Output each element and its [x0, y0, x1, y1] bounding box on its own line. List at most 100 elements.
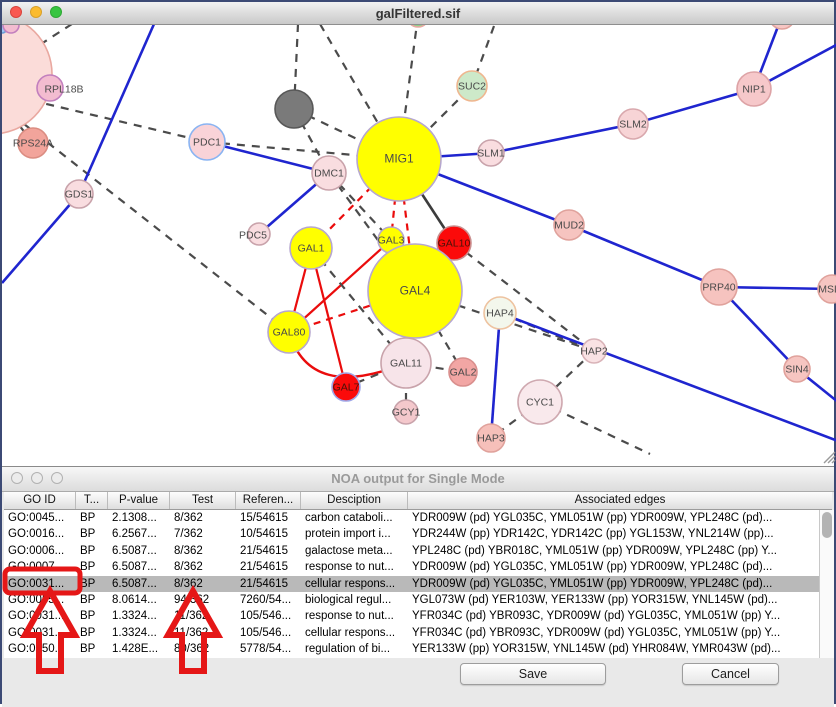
noa-window: NOA output for Single Mode GO IDT...P-va… [2, 466, 834, 707]
node-label-RPS24A: RPS24A [13, 138, 53, 150]
cell-associated_edges: YDR009W (pd) YGL035C, YML051W (pp) YDR00… [408, 576, 832, 592]
cell-test: 11/362 [170, 625, 236, 641]
edge-blue [491, 124, 633, 153]
cell-test: 8/362 [170, 543, 236, 559]
node-label-PDC1: PDC1 [193, 137, 221, 149]
cell-go_id: GO:0031... [4, 625, 76, 641]
column-header-description[interactable]: Desciption [301, 492, 408, 509]
table-row[interactable]: GO:0050...BP1.428E...80/3625778/54...reg… [4, 641, 832, 657]
network-window: RPL18BRPS24AGDS1PDC1PDC5DMC1MIG1SUC2SLM1… [2, 2, 834, 465]
cell-test: 8/362 [170, 559, 236, 575]
node-label-SIN4: SIN4 [785, 364, 809, 376]
column-header-type[interactable]: T... [76, 492, 108, 509]
node-label-HAP4: HAP4 [486, 308, 514, 320]
edge-blue [491, 313, 500, 438]
edge-blue [569, 225, 719, 287]
cell-go_id: GO:0016... [4, 526, 76, 542]
node-label-CYC1: CYC1 [526, 397, 554, 409]
cell-test: 94/362 [170, 592, 236, 608]
zoom-button[interactable] [50, 6, 62, 18]
cell-go_id: GO:0050... [4, 641, 76, 657]
cell-description: cellular respons... [301, 576, 408, 592]
cell-type: BP [76, 608, 108, 624]
cell-go_id: GO:0031... [4, 576, 76, 592]
cell-description: cellular respons... [301, 625, 408, 641]
cell-reference: 7260/54... [236, 592, 301, 608]
cell-reference: 21/54615 [236, 543, 301, 559]
node-label-GCY1: GCY1 [392, 407, 421, 419]
table-row[interactable]: GO:0065...BP8.0614...94/3627260/54...bio… [4, 592, 832, 608]
column-header-go_id[interactable]: GO ID [4, 492, 76, 509]
cell-type: BP [76, 592, 108, 608]
cell-p_value: 8.0614... [108, 592, 170, 608]
cell-type: BP [76, 543, 108, 559]
cell-associated_edges: YDR244W (pp) YDR142C, YDR142C (pp) YGL15… [408, 526, 832, 542]
cell-type: BP [76, 526, 108, 542]
save-button[interactable]: Save [460, 663, 606, 685]
cell-go_id: GO:0006... [4, 543, 76, 559]
cell-type: BP [76, 641, 108, 657]
cell-p_value: 6.2567... [108, 526, 170, 542]
scrollbar-thumb[interactable] [822, 512, 832, 538]
node-label-GDS1: GDS1 [65, 189, 94, 201]
node-label-GAL80: GAL80 [273, 327, 306, 339]
table-row[interactable]: GO:0007...BP6.5087...8/36221/54615respon… [4, 559, 832, 575]
table-row[interactable]: GO:0031...BP1.3324...11/362105/546...res… [4, 608, 832, 624]
cell-reference: 105/546... [236, 625, 301, 641]
column-header-p_value[interactable]: P-value [108, 492, 170, 509]
vertical-scrollbar[interactable] [819, 510, 834, 658]
cell-test: 8/362 [170, 576, 236, 592]
cell-test: 80/362 [170, 641, 236, 657]
cell-associated_edges: YDR009W (pd) YGL035C, YML051W (pp) YDR00… [408, 510, 832, 526]
node-label-HAP2: HAP2 [580, 346, 608, 358]
network-canvas[interactable]: RPL18BRPS24AGDS1PDC1PDC5DMC1MIG1SUC2SLM1… [2, 2, 836, 465]
node-label-RPL18B: RPL18B [44, 84, 83, 96]
cell-description: biological regul... [301, 592, 408, 608]
cell-test: 11/362 [170, 608, 236, 624]
cell-reference: 21/54615 [236, 576, 301, 592]
cell-p_value: 1.3324... [108, 608, 170, 624]
resize-grip[interactable] [832, 460, 835, 463]
cell-description: regulation of bi... [301, 641, 408, 657]
node-label-SUC2: SUC2 [458, 81, 486, 93]
node-label-GAL2: GAL2 [450, 367, 477, 379]
column-header-reference[interactable]: Referen... [236, 492, 301, 509]
table-row[interactable]: GO:0031...BP6.5087...8/36221/54615cellul… [4, 576, 832, 592]
cell-associated_edges: YGL073W (pd) YER103W, YER133W (pp) YOR31… [408, 592, 832, 608]
node-label-DMC1: DMC1 [314, 168, 344, 180]
cell-type: BP [76, 576, 108, 592]
window-title: galFiltered.sif [2, 6, 834, 21]
minimize-button[interactable] [30, 6, 42, 18]
cell-description: carbon cataboli... [301, 510, 408, 526]
node-label-GAL7: GAL7 [333, 382, 360, 394]
cell-go_id: GO:0007... [4, 559, 76, 575]
column-header-associated_edges[interactable]: Associated edges [408, 492, 832, 509]
node-label-PRP40: PRP40 [702, 282, 735, 294]
edge-blue [2, 194, 79, 283]
noa-titlebar[interactable]: NOA output for Single Mode [2, 467, 834, 492]
table-row[interactable]: GO:0031...BP1.3324...11/362105/546...cel… [4, 625, 832, 641]
table-row[interactable]: GO:0045...BP2.1308...8/36215/54615carbon… [4, 510, 832, 526]
cell-test: 8/362 [170, 510, 236, 526]
node-label-GAL1: GAL1 [298, 243, 325, 255]
cell-type: BP [76, 625, 108, 641]
node-label-MIG1: MIG1 [384, 152, 414, 166]
desktop-screen: RPL18BRPS24AGDS1PDC1PDC5DMC1MIG1SUC2SLM1… [0, 0, 836, 704]
node-label-MSL1: MSL1 [818, 284, 836, 296]
cell-p_value: 1.3324... [108, 625, 170, 641]
table-row[interactable]: GO:0016...BP6.2567...7/36210/54615protei… [4, 526, 832, 542]
edge-dash [454, 243, 594, 351]
node-label-SLM2: SLM2 [619, 119, 647, 131]
table-row[interactable]: GO:0006...BP6.5087...8/36221/54615galact… [4, 543, 832, 559]
close-button[interactable] [10, 6, 22, 18]
cell-p_value: 2.1308... [108, 510, 170, 526]
cell-type: BP [76, 510, 108, 526]
column-header-test[interactable]: Test [170, 492, 236, 509]
cancel-button[interactable]: Cancel [682, 663, 779, 685]
cell-reference: 21/54615 [236, 559, 301, 575]
node-label-PDC5: PDC5 [239, 230, 267, 242]
noa-window-title: NOA output for Single Mode [2, 471, 834, 486]
node-gray[interactable] [275, 90, 313, 128]
edge-blue [79, 24, 154, 194]
network-titlebar[interactable]: galFiltered.sif [2, 2, 834, 25]
